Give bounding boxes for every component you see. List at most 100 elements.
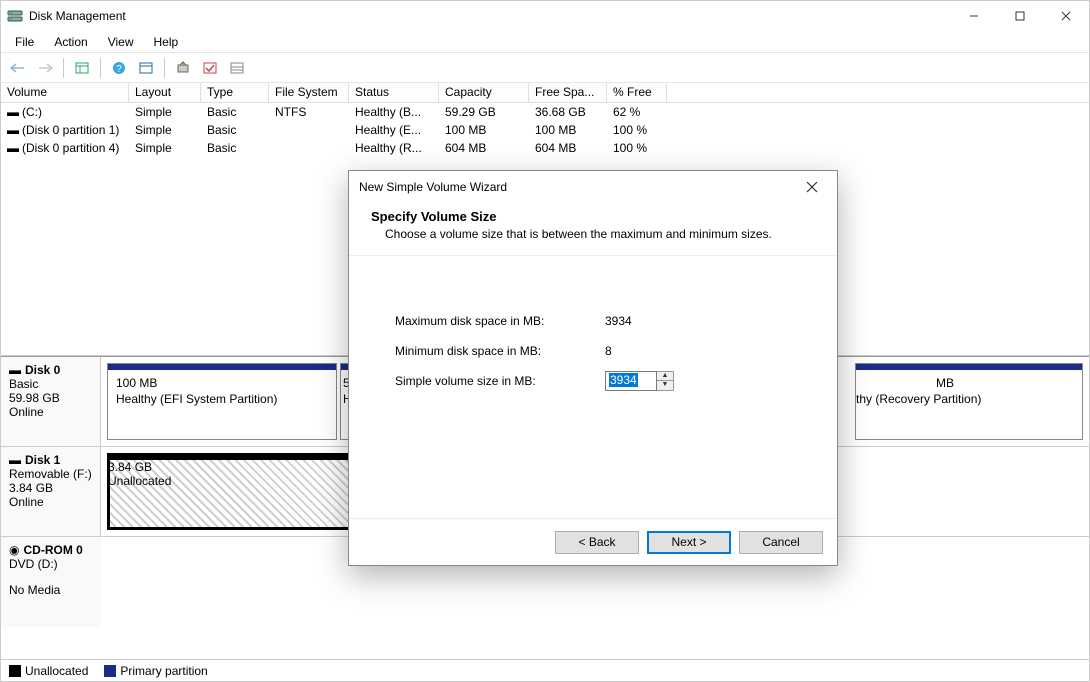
column-status[interactable]: Status — [349, 83, 439, 102]
app-icon — [7, 8, 23, 24]
toolbar-separator — [164, 58, 165, 78]
dialog-close-button[interactable] — [797, 172, 827, 202]
menu-view[interactable]: View — [100, 33, 142, 51]
toolbar-separator — [63, 58, 64, 78]
volume-pct: 100 % — [607, 141, 667, 155]
column-filesystem[interactable]: File System — [269, 83, 349, 102]
toolbar-forward-button[interactable] — [34, 57, 56, 79]
next-button[interactable]: Next > — [647, 531, 731, 554]
dialog-heading: Specify Volume Size — [371, 209, 815, 224]
cdrom-icon: ◉ — [9, 543, 19, 557]
window-maximize-button[interactable] — [997, 1, 1043, 31]
menubar: File Action View Help — [1, 31, 1089, 53]
spinner-up-icon[interactable]: ▲ — [657, 372, 673, 381]
window-title: Disk Management — [29, 9, 951, 23]
menu-file[interactable]: File — [7, 33, 42, 51]
min-disk-space-value: 8 — [605, 344, 612, 358]
window-close-button[interactable] — [1043, 1, 1089, 31]
toolbar-separator — [100, 58, 101, 78]
menu-help[interactable]: Help — [146, 33, 187, 51]
volume-free: 604 MB — [529, 141, 607, 155]
volume-layout: Simple — [129, 141, 201, 155]
volume-pct: 100 % — [607, 123, 667, 137]
disk-status: Online — [9, 495, 92, 509]
disk-name: Disk 1 — [25, 453, 60, 467]
disk-type: Basic — [9, 377, 92, 391]
disk-header[interactable]: ◉ CD-ROM 0 DVD (D:) No Media — [1, 537, 101, 627]
dialog-subheading: Choose a volume size that is between the… — [371, 227, 815, 241]
disk-status: Online — [9, 405, 92, 419]
volume-row[interactable]: ▬(C:) Simple Basic NTFS Healthy (B... 59… — [1, 103, 1089, 121]
toolbar-back-button[interactable] — [7, 57, 29, 79]
volume-pct: 62 % — [607, 105, 667, 119]
toolbar-check-button[interactable] — [199, 57, 221, 79]
legend: Unallocated Primary partition — [1, 659, 1089, 681]
drive-icon: ▬ — [7, 105, 19, 119]
max-disk-space-label: Maximum disk space in MB: — [395, 314, 605, 328]
column-volume[interactable]: Volume — [1, 83, 129, 102]
column-layout[interactable]: Layout — [129, 83, 201, 102]
spinner-down-icon[interactable]: ▼ — [657, 381, 673, 390]
disk-status: No Media — [9, 583, 93, 597]
legend-unallocated: Unallocated — [9, 664, 88, 678]
dialog-header: Specify Volume Size Choose a volume size… — [349, 203, 837, 255]
volume-status: Healthy (R... — [349, 141, 439, 155]
volume-size-input[interactable]: 3934 — [605, 371, 657, 391]
volume-capacity: 59.29 GB — [439, 105, 529, 119]
partition[interactable]: MB thy (Recovery Partition) — [855, 363, 1083, 440]
disk-size — [9, 571, 93, 583]
toolbar-refresh-button[interactable] — [172, 57, 194, 79]
back-button[interactable]: < Back — [555, 531, 639, 554]
volume-row[interactable]: ▬(Disk 0 partition 4) Simple Basic Healt… — [1, 139, 1089, 157]
window-titlebar: Disk Management — [1, 1, 1089, 31]
volume-name: (Disk 0 partition 1) — [22, 123, 119, 137]
drive-icon: ▬ — [7, 123, 19, 137]
volume-fs: NTFS — [269, 105, 349, 119]
toolbar-list-button[interactable] — [226, 57, 248, 79]
column-type[interactable]: Type — [201, 83, 269, 102]
disk-header[interactable]: ▬Disk 1 Removable (F:) 3.84 GB Online — [1, 447, 101, 536]
toolbar-settings-button[interactable] — [135, 57, 157, 79]
toolbar-view-button[interactable] — [71, 57, 93, 79]
disk-header[interactable]: ▬Disk 0 Basic 59.98 GB Online — [1, 357, 101, 446]
disk-type: DVD (D:) — [9, 557, 93, 571]
dialog-title: New Simple Volume Wizard — [359, 180, 797, 194]
volume-layout: Simple — [129, 105, 201, 119]
column-freespace[interactable]: Free Spa... — [529, 83, 607, 102]
volume-capacity: 100 MB — [439, 123, 529, 137]
volume-name: (C:) — [22, 105, 42, 119]
volume-free: 36.68 GB — [529, 105, 607, 119]
menu-action[interactable]: Action — [46, 33, 95, 51]
partition-status: Healthy (EFI System Partition) — [116, 392, 328, 408]
volume-type: Basic — [201, 105, 269, 119]
volume-layout: Simple — [129, 123, 201, 137]
volume-size-label: Simple volume size in MB: — [395, 374, 605, 388]
cancel-button[interactable]: Cancel — [739, 531, 823, 554]
volume-row[interactable]: ▬(Disk 0 partition 1) Simple Basic Healt… — [1, 121, 1089, 139]
max-disk-space-value: 3934 — [605, 314, 632, 328]
svg-text:?: ? — [116, 64, 122, 75]
volume-size-spinner[interactable]: ▲ ▼ — [657, 371, 674, 391]
volume-name: (Disk 0 partition 4) — [22, 141, 119, 155]
disk-icon: ▬ — [9, 453, 21, 467]
volume-type: Basic — [201, 123, 269, 137]
disk-name: CD-ROM 0 — [23, 543, 82, 557]
volume-free: 100 MB — [529, 123, 607, 137]
dialog-footer: < Back Next > Cancel — [349, 519, 837, 565]
volume-status: Healthy (B... — [349, 105, 439, 119]
partition[interactable]: 100 MB Healthy (EFI System Partition) — [107, 363, 337, 440]
disk-name: Disk 0 — [25, 363, 60, 377]
toolbar: ? — [1, 53, 1089, 83]
toolbar-help-button[interactable]: ? — [108, 57, 130, 79]
disk-icon: ▬ — [9, 363, 21, 377]
volume-capacity: 604 MB — [439, 141, 529, 155]
volume-status: Healthy (E... — [349, 123, 439, 137]
dialog-titlebar: New Simple Volume Wizard — [349, 171, 837, 203]
window-minimize-button[interactable] — [951, 1, 997, 31]
partition-size: 100 MB — [116, 376, 328, 392]
volume-type: Basic — [201, 141, 269, 155]
disk-type: Removable (F:) — [9, 467, 92, 481]
partition-size: MB — [856, 376, 1074, 392]
column-capacity[interactable]: Capacity — [439, 83, 529, 102]
column-pctfree[interactable]: % Free — [607, 83, 667, 102]
